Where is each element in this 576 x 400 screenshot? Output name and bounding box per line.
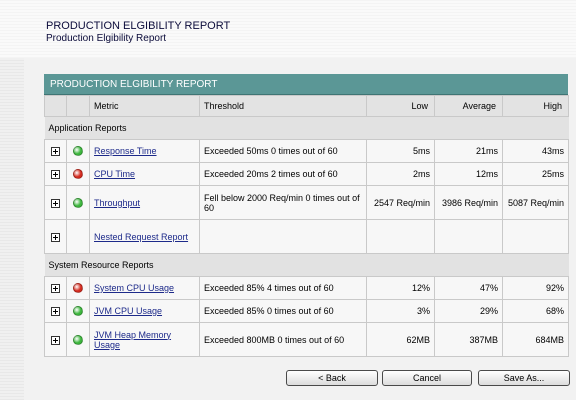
expand-cell (44, 185, 67, 220)
threshold-cell: Exceeded 50ms 0 times out of 60 (199, 139, 367, 163)
status-col-header (66, 95, 90, 117)
threshold-cell: Exceeded 20ms 2 times out of 60 (199, 162, 367, 186)
page-subtitle: Production Elgibility Report (46, 33, 167, 44)
status-cell (66, 322, 90, 357)
status-cell (66, 139, 90, 163)
low-cell: 62MB (366, 322, 435, 357)
threshold-cell: Exceeded 800MB 0 times out of 60 (199, 322, 367, 357)
report-table: Metric Threshold Low Average High Applic… (44, 95, 569, 357)
metric-cell: System CPU Usage (89, 276, 200, 300)
status-red-icon (73, 283, 83, 294)
low-cell: 5ms (366, 139, 435, 163)
expand-col-header (44, 95, 67, 117)
metric-link[interactable]: JVM Heap Memory Usage (94, 330, 171, 350)
table-row: JVM Heap Memory Usage Exceeded 800MB 0 ti… (44, 322, 569, 357)
expand-cell (44, 299, 67, 323)
threshold-col-header: Threshold (199, 95, 367, 117)
section-row: Application Reports (44, 116, 569, 140)
metric-link[interactable]: Throughput (94, 198, 140, 208)
status-green-icon (73, 197, 83, 208)
high-cell: 68% (502, 299, 569, 323)
low-cell (366, 219, 435, 254)
status-green-icon (73, 306, 83, 317)
metric-link[interactable]: JVM CPU Usage (94, 306, 162, 316)
low-col-header: Low (366, 95, 435, 117)
high-cell: 92% (502, 276, 569, 300)
expand-cell (44, 219, 67, 254)
status-cell (66, 185, 90, 220)
average-cell: 29% (434, 299, 503, 323)
expand-plus-icon[interactable] (51, 147, 60, 157)
average-cell: 47% (434, 276, 503, 300)
average-cell: 21ms (434, 139, 503, 163)
average-cell: 12ms (434, 162, 503, 186)
table-row: Response Time Exceeded 50ms 0 times out o… (44, 139, 569, 163)
metric-link[interactable]: CPU Time (94, 169, 135, 179)
table-row: CPU Time Exceeded 20ms 2 times out of 60 2… (44, 162, 569, 186)
table-row: System CPU Usage Exceeded 85% 4 times out… (44, 276, 569, 300)
report-panel: PRODUCTION ELGIBILITY REPORT Metric Thre… (44, 74, 569, 357)
high-cell: 5087 Req/min (502, 185, 569, 220)
cancel-button[interactable]: Cancel (382, 370, 472, 386)
threshold-cell: Exceeded 85% 4 times out of 60 (199, 276, 367, 300)
status-cell (66, 162, 90, 186)
metric-col-header: Metric (89, 95, 200, 117)
expand-plus-icon[interactable] (51, 198, 60, 208)
back-button[interactable]: < Back (286, 370, 378, 386)
status-cell (66, 276, 90, 300)
section-row: System Resource Reports (44, 253, 569, 277)
high-cell: 25ms (502, 162, 569, 186)
expand-plus-icon[interactable] (51, 284, 60, 294)
metric-cell: CPU Time (89, 162, 200, 186)
table-header-row: Metric Threshold Low Average High (44, 95, 569, 117)
high-cell: 684MB (502, 322, 569, 357)
page-header: PRODUCTION ELGIBILITY REPORT Production … (0, 0, 576, 58)
average-cell (434, 219, 503, 254)
high-col-header: High (502, 95, 569, 117)
left-stripe (0, 58, 24, 400)
panel-title: PRODUCTION ELGIBILITY REPORT (44, 74, 568, 95)
expand-plus-icon[interactable] (51, 335, 60, 345)
threshold-cell: Fell below 2000 Req/min 0 times out of 6… (199, 185, 367, 220)
save-as-button[interactable]: Save As... (478, 370, 570, 386)
table-row: JVM CPU Usage Exceeded 85% 0 times out of… (44, 299, 569, 323)
metric-link[interactable]: System CPU Usage (94, 283, 174, 293)
expand-cell (44, 139, 67, 163)
expand-cell (44, 276, 67, 300)
low-cell: 2547 Req/min (366, 185, 435, 220)
low-cell: 3% (366, 299, 435, 323)
threshold-cell (199, 219, 367, 254)
status-green-icon (73, 146, 83, 157)
status-green-icon (73, 334, 83, 345)
low-cell: 2ms (366, 162, 435, 186)
status-red-icon (73, 169, 83, 180)
average-cell: 3986 Req/min (434, 185, 503, 220)
average-cell: 387MB (434, 322, 503, 357)
metric-link[interactable]: Nested Request Report (94, 232, 188, 242)
metric-cell: JVM CPU Usage (89, 299, 200, 323)
expand-plus-icon[interactable] (51, 170, 60, 180)
status-cell (66, 219, 90, 254)
expand-plus-icon[interactable] (51, 307, 60, 317)
low-cell: 12% (366, 276, 435, 300)
metric-cell: Response Time (89, 139, 200, 163)
table-row: Throughput Fell below 2000 Req/min 0 time… (44, 185, 569, 220)
metric-cell: Nested Request Report (89, 219, 200, 254)
metric-cell: JVM Heap Memory Usage (89, 322, 200, 357)
expand-plus-icon[interactable] (51, 232, 60, 242)
status-cell (66, 299, 90, 323)
expand-cell (44, 162, 67, 186)
high-cell (502, 219, 569, 254)
threshold-cell: Exceeded 85% 0 times out of 60 (199, 299, 367, 323)
expand-cell (44, 322, 67, 357)
table-row: Nested Request Report (44, 219, 569, 254)
average-col-header: Average (434, 95, 503, 117)
metric-link[interactable]: Response Time (94, 146, 157, 156)
section-label: Application Reports (44, 116, 569, 140)
section-label: System Resource Reports (44, 253, 569, 277)
high-cell: 43ms (502, 139, 569, 163)
page-title: PRODUCTION ELGIBILITY REPORT (46, 20, 231, 32)
metric-cell: Throughput (89, 185, 200, 220)
